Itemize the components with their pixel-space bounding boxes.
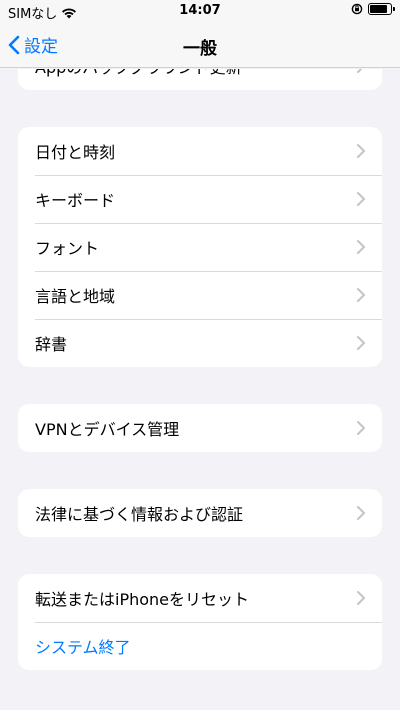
status-time: 14:07 [179, 3, 221, 18]
chevron-right-icon [357, 506, 365, 520]
row-label: Appのバックグラウンド更新 [35, 69, 242, 78]
chevron-right-icon [357, 144, 365, 158]
status-bar: SIMなし 14:07 [0, 0, 400, 22]
row-label: システム終了 [35, 638, 131, 657]
row-transfer-reset[interactable]: 転送またはiPhoneをリセット [18, 574, 382, 622]
settings-group-vpn: VPNとデバイス管理 [18, 404, 382, 452]
row-label: キーボード [35, 191, 116, 210]
chevron-right-icon [357, 336, 365, 350]
settings-list[interactable]: Appのバックグラウンド更新 日付と時刻 キーボード フォント 言語と地域 辞書… [0, 69, 400, 710]
settings-group-legal: 法律に基づく情報および認証 [18, 489, 382, 537]
row-legal-regulatory[interactable]: 法律に基づく情報および認証 [18, 489, 382, 537]
row-keyboard[interactable]: キーボード [18, 175, 382, 223]
row-vpn-device-management[interactable]: VPNとデバイス管理 [18, 404, 382, 452]
row-background-app-refresh[interactable]: Appのバックグラウンド更新 [18, 69, 382, 90]
chevron-right-icon [357, 591, 365, 605]
row-label: 言語と地域 [35, 287, 116, 306]
row-label: 辞書 [35, 335, 68, 354]
chevron-right-icon [357, 421, 365, 435]
row-label: 法律に基づく情報および認証 [35, 505, 244, 524]
row-dictionary[interactable]: 辞書 [18, 319, 382, 367]
chevron-right-icon [357, 192, 365, 206]
orientation-lock-icon [351, 3, 363, 15]
settings-group-reset: 転送またはiPhoneをリセット システム終了 [18, 574, 382, 670]
shutdown-button[interactable]: システム終了 [18, 622, 382, 670]
row-label: 転送またはiPhoneをリセット [35, 590, 250, 609]
battery-icon [368, 3, 395, 15]
page-title: 一般 [183, 39, 217, 59]
battery-fill [370, 5, 387, 13]
settings-group-background: Appのバックグラウンド更新 [18, 69, 382, 90]
navigation-bar: 設定 一般 [0, 22, 400, 68]
row-label: フォント [35, 239, 100, 258]
chevron-right-icon [357, 240, 365, 254]
chevron-right-icon [357, 69, 363, 73]
chevron-right-icon [357, 288, 365, 302]
row-fonts[interactable]: フォント [18, 223, 382, 271]
row-date-time[interactable]: 日付と時刻 [18, 127, 382, 175]
settings-group-general: 日付と時刻 キーボード フォント 言語と地域 辞書 [18, 127, 382, 367]
row-label: VPNとデバイス管理 [35, 420, 180, 439]
row-label: 日付と時刻 [35, 143, 116, 162]
status-right [351, 3, 395, 15]
row-language-region[interactable]: 言語と地域 [18, 271, 382, 319]
